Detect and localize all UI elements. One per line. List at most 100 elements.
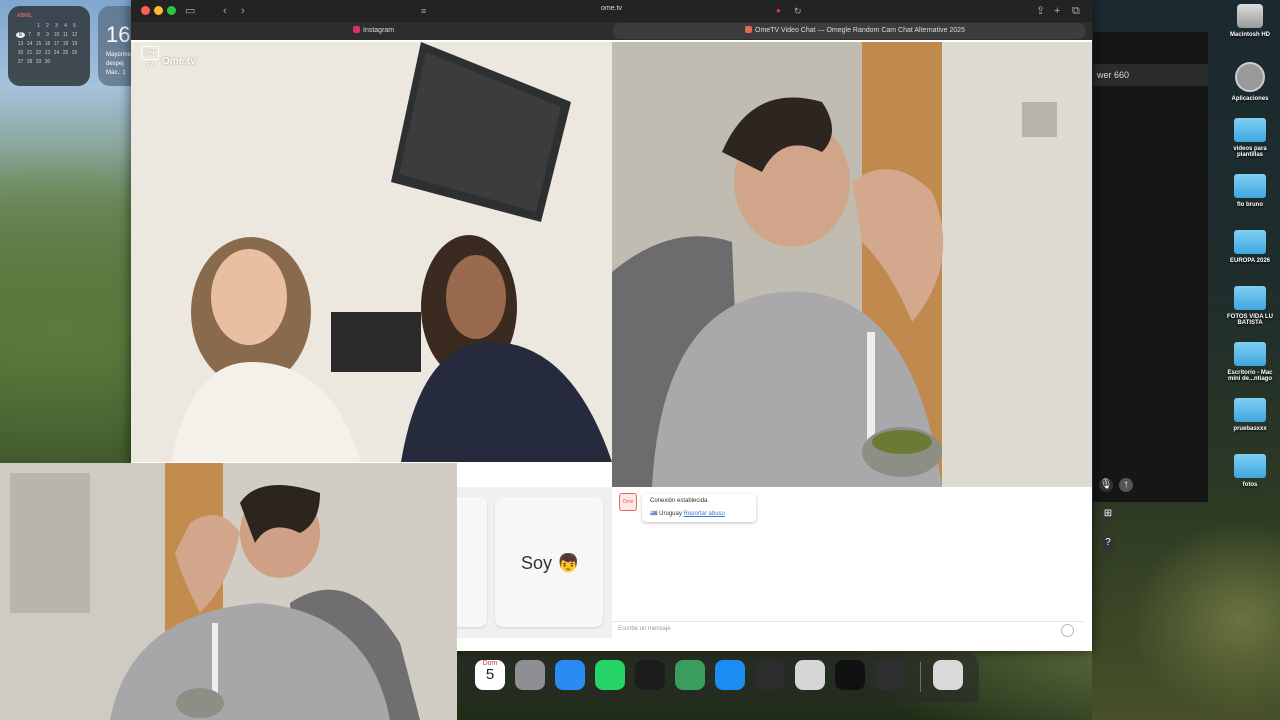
own-video xyxy=(612,42,1092,487)
grid-icon[interactable]: ⊞ xyxy=(1101,507,1115,521)
calendar-day xyxy=(52,59,61,65)
calendar-day xyxy=(61,59,70,65)
own-video-scene xyxy=(612,42,1092,487)
calendar-day: 7 xyxy=(28,32,31,38)
desktop-icon-folder[interactable]: pruebasxxx xyxy=(1226,398,1274,432)
calendar-day: 9 xyxy=(46,32,49,38)
tab-instagram-label: Instagram xyxy=(363,27,395,34)
system-settings-icon[interactable] xyxy=(515,660,545,690)
emoji-icon[interactable] xyxy=(1061,624,1074,637)
system-message-country-line: 🇺🇾 Uruguay Reportar abuso xyxy=(650,510,725,517)
address-bar[interactable]: ome.tv xyxy=(601,5,622,12)
apps-icon xyxy=(1235,62,1265,92)
self-view-camera xyxy=(0,463,457,720)
calendar-day: 10 xyxy=(53,32,60,38)
weather-line-2: despej xyxy=(106,61,124,67)
desktop-icon-folder[interactable]: Escritorio - Mac mini de...ntiago xyxy=(1226,342,1274,382)
dock-calendar-day: 5 xyxy=(485,666,495,683)
desktop-icon-label: Macintosh HD xyxy=(1229,32,1270,38)
desktop-icon-apps[interactable]: Aplicaciones xyxy=(1226,62,1274,102)
folder-icon xyxy=(1234,398,1266,422)
ometv-icon xyxy=(745,26,752,33)
desktop-icon-folder[interactable]: videos para plantillas xyxy=(1226,118,1274,158)
trash-icon[interactable] xyxy=(933,660,963,690)
desktop-icon-label: videos para plantillas xyxy=(1233,146,1267,158)
zoom-window-button[interactable] xyxy=(167,6,176,15)
instagram-icon xyxy=(353,26,360,33)
calendar-day: 5 xyxy=(73,23,76,29)
reload-icon[interactable]: ↻ xyxy=(794,4,802,18)
folder-icon xyxy=(1234,174,1266,198)
folder-icon xyxy=(1234,342,1266,366)
calendar-day: 22 xyxy=(35,50,42,56)
system-message-text: Conexión establecida. xyxy=(650,498,710,504)
calendar-day: 24 xyxy=(53,50,60,56)
calendar-day: 4 xyxy=(64,23,67,29)
uruguay-flag-icon: 🇺🇾 xyxy=(650,511,658,517)
calendar-day: 19 xyxy=(71,41,78,47)
forward-icon[interactable]: › xyxy=(241,4,245,18)
desktop-icon-folder[interactable]: EUROPA 2026 xyxy=(1226,230,1274,264)
compressor-icon[interactable] xyxy=(795,660,825,690)
close-window-button[interactable] xyxy=(141,6,150,15)
disk-icon xyxy=(1237,4,1263,28)
send-icon[interactable]: ↑ xyxy=(1119,478,1133,492)
calendar-widget[interactable]: ABRIL 1 2 3 4 5 6 7 8 9 10 11 12 13 14 15 16 17 18 19 20 21 2… xyxy=(8,6,90,86)
system-message: Conexión establecida. 🇺🇾 Uruguay Reporta… xyxy=(642,494,756,522)
calendar-day xyxy=(70,59,79,65)
obs-studio-icon[interactable] xyxy=(875,660,905,690)
page-settings-icon[interactable]: ≡ xyxy=(421,4,426,18)
calendar-day: 23 xyxy=(44,50,51,56)
calendar-day: 30 xyxy=(44,59,51,65)
calendar-icon[interactable]: Dom 5 xyxy=(475,660,505,690)
calendar-day: 8 xyxy=(37,32,40,38)
safari-icon[interactable] xyxy=(555,660,585,690)
report-abuse-link[interactable]: Reportar abuso xyxy=(684,511,725,517)
desktop-icon-label: fotos xyxy=(1242,482,1258,488)
calendar-day xyxy=(16,23,25,29)
desktop-icon-disk[interactable]: Macintosh HD xyxy=(1226,4,1274,38)
desktop-icon-folder[interactable]: fotos xyxy=(1226,454,1274,488)
calendar-day: 2 xyxy=(46,23,49,29)
calendar-day: 20 xyxy=(17,50,24,56)
tab-instagram[interactable]: Instagram xyxy=(353,23,473,39)
weather-line-1: Mayorme xyxy=(106,52,132,58)
recording-indicator-icon: ● xyxy=(776,6,781,15)
calendar-day: 6 xyxy=(16,32,25,38)
chat-panel: Ome Conexión establecida. 🇺🇾 Uruguay Rep… xyxy=(612,487,1084,638)
stranger-video-scene xyxy=(131,42,612,462)
desktop-icon-label: Aplicaciones xyxy=(1231,96,1269,102)
dock: Dom 5 xyxy=(457,652,979,702)
tab-overview-icon[interactable]: ⧉ xyxy=(1072,4,1080,18)
whatsapp-icon[interactable] xyxy=(595,660,625,690)
app-store-icon[interactable] xyxy=(715,660,745,690)
help-icon[interactable]: ? xyxy=(1101,536,1115,550)
sidebar-icon[interactable]: ▭ xyxy=(185,4,195,18)
weather-temperature: 16 xyxy=(106,22,131,47)
money-app-icon[interactable] xyxy=(675,660,705,690)
chat-cards-area: Soy 👦 xyxy=(437,487,612,638)
background-app-window[interactable]: wer 660 🎙 ↑ xyxy=(1092,32,1208,502)
card-gender-select[interactable]: Soy 👦 xyxy=(495,497,603,627)
ometv-logo-text: Ome.tv xyxy=(162,56,196,67)
final-cut-pro-icon[interactable] xyxy=(755,660,785,690)
desktop-icon-label: pruebasxxx xyxy=(1233,426,1267,432)
desktop-icon-folder[interactable]: FOTOS VIDA LU BATISTA xyxy=(1226,286,1274,326)
folder-icon xyxy=(1234,118,1266,142)
stranger-video: Ome TV Ome.tv xyxy=(131,42,612,462)
minimize-window-button[interactable] xyxy=(154,6,163,15)
tradingview-icon[interactable] xyxy=(635,660,665,690)
back-icon[interactable]: ‹ xyxy=(223,4,227,18)
message-input-placeholder: Escribe un mensaje xyxy=(618,626,671,632)
message-input[interactable]: Escribe un mensaje xyxy=(612,621,1084,638)
calendar-day: 18 xyxy=(62,41,69,47)
background-app-title: wer 660 xyxy=(1093,64,1208,86)
share-icon[interactable]: ⇪ xyxy=(1036,4,1045,18)
new-tab-icon[interactable]: + xyxy=(1054,4,1060,18)
logitech-g-hub-icon[interactable] xyxy=(835,660,865,690)
mic-icon[interactable]: 🎙 xyxy=(1099,478,1113,492)
desktop-icon-folder[interactable]: flo bruno xyxy=(1226,174,1274,208)
ometv-logo-icon: Ome TV xyxy=(141,46,159,68)
tab-ometv[interactable]: OmeTV Video Chat — Omegle Random Cam Cha… xyxy=(613,23,1085,39)
calendar-day: 29 xyxy=(35,59,42,65)
